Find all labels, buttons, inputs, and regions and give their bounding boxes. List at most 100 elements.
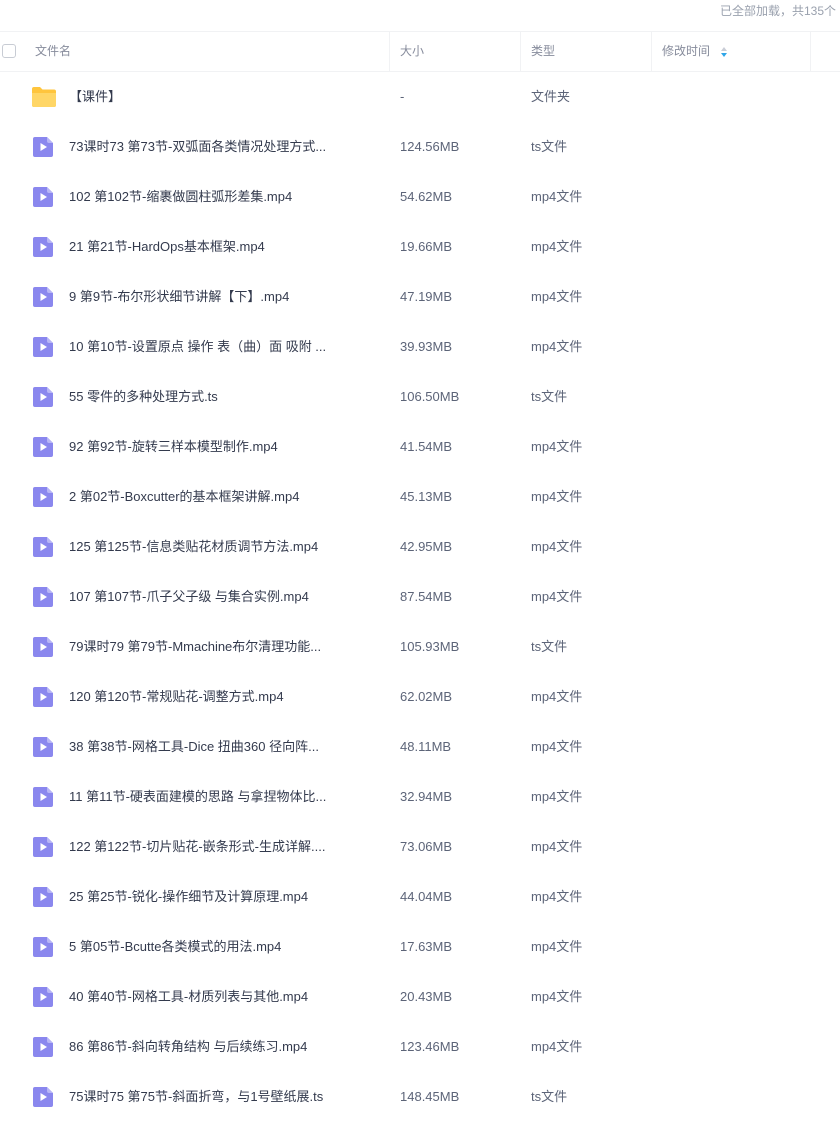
file-size: 17.63MB bbox=[400, 939, 453, 954]
file-size: 45.13MB bbox=[400, 489, 453, 504]
file-name: 40 第40节-网格工具-材质列表与其他.mp4 bbox=[69, 989, 309, 1004]
video-file-icon bbox=[33, 487, 53, 507]
file-row[interactable]: 75课时75 第75节-斜面折弯，与1号壁纸展.ts 148.45MB ts文件 bbox=[0, 1072, 840, 1122]
video-file-icon bbox=[33, 337, 53, 357]
file-size: 44.04MB bbox=[400, 889, 453, 904]
file-type: mp4文件 bbox=[531, 489, 583, 504]
file-row[interactable]: 102 第102节-缩裹做圆柱弧形差集.mp4 54.62MB mp4文件 bbox=[0, 172, 840, 222]
column-header-size[interactable]: 大小 bbox=[390, 32, 521, 71]
file-row[interactable]: 5 第05节-Bcutte各类模式的用法.mp4 17.63MB mp4文件 bbox=[0, 922, 840, 972]
load-status-text: 已全部加载，共135个 bbox=[719, 4, 836, 18]
file-row[interactable]: 92 第92节-旋转三样本模型制作.mp4 41.54MB mp4文件 bbox=[0, 422, 840, 472]
file-row[interactable]: 73课时73 第73节-双弧面各类情况处理方式... 124.56MB ts文件 bbox=[0, 122, 840, 172]
file-type: mp4文件 bbox=[531, 889, 583, 904]
folder-row[interactable]: 【课件】 - 文件夹 bbox=[0, 72, 840, 122]
file-type: mp4文件 bbox=[531, 989, 583, 1004]
file-row[interactable]: 122 第122节-切片贴花-嵌条形式-生成详解.... 73.06MB mp4文件 bbox=[0, 822, 840, 872]
file-name: 21 第21节-HardOps基本框架.mp4 bbox=[69, 239, 265, 254]
video-file-icon bbox=[33, 1087, 53, 1107]
video-file-icon bbox=[33, 587, 53, 607]
file-size: 123.46MB bbox=[400, 1039, 460, 1054]
column-header-type[interactable]: 类型 bbox=[521, 32, 652, 71]
video-file-icon bbox=[33, 737, 53, 757]
file-type: mp4文件 bbox=[531, 439, 583, 454]
file-type: ts文件 bbox=[531, 139, 568, 154]
file-name: 75课时75 第75节-斜面折弯，与1号壁纸展.ts bbox=[69, 1089, 324, 1104]
file-type: mp4文件 bbox=[531, 539, 583, 554]
column-header-type-label: 类型 bbox=[531, 44, 556, 58]
file-row[interactable]: 9 第9节-布尔形状细节讲解【下】.mp4 47.19MB mp4文件 bbox=[0, 272, 840, 322]
video-file-icon bbox=[33, 1037, 53, 1057]
column-header-name-label: 文件名 bbox=[35, 44, 72, 58]
file-row[interactable]: 107 第107节-爪子父子级 与集合实例.mp4 87.54MB mp4文件 bbox=[0, 572, 840, 622]
file-name: 25 第25节-锐化-操作细节及计算原理.mp4 bbox=[69, 889, 309, 904]
video-file-icon bbox=[33, 937, 53, 957]
file-type: mp4文件 bbox=[531, 839, 583, 854]
file-type: ts文件 bbox=[531, 639, 568, 654]
file-size: 106.50MB bbox=[400, 389, 460, 404]
column-header-modified[interactable]: 修改时间 bbox=[652, 32, 811, 71]
video-file-icon bbox=[33, 837, 53, 857]
file-type: mp4文件 bbox=[531, 939, 583, 954]
sort-arrows-icon[interactable] bbox=[720, 46, 728, 58]
file-type: mp4文件 bbox=[531, 689, 583, 704]
file-row[interactable]: 10 第10节-设置原点 操作 表（曲）面 吸附 ... 39.93MB mp4文件 bbox=[0, 322, 840, 372]
file-name: 73课时73 第73节-双弧面各类情况处理方式... bbox=[69, 139, 327, 154]
file-name: 【课件】 bbox=[69, 89, 122, 104]
file-size: 62.02MB bbox=[400, 689, 453, 704]
file-name: 55 零件的多种处理方式.ts bbox=[69, 389, 218, 404]
file-size: 54.62MB bbox=[400, 189, 453, 204]
video-file-icon bbox=[33, 187, 53, 207]
column-header-name[interactable]: 文件名 bbox=[0, 32, 390, 71]
file-type: mp4文件 bbox=[531, 1039, 583, 1054]
file-row[interactable]: 40 第40节-网格工具-材质列表与其他.mp4 20.43MB mp4文件 bbox=[0, 972, 840, 1022]
file-row[interactable]: 79课时79 第79节-Mmachine布尔清理功能... 105.93MB ts文… bbox=[0, 622, 840, 672]
file-size: 20.43MB bbox=[400, 989, 453, 1004]
video-file-icon bbox=[33, 887, 53, 907]
file-type: mp4文件 bbox=[531, 239, 583, 254]
file-size: 41.54MB bbox=[400, 439, 453, 454]
file-row[interactable]: 86 第86节-斜向转角结构 与后续练习.mp4 123.46MB mp4文件 bbox=[0, 1022, 840, 1072]
file-row[interactable]: 55 零件的多种处理方式.ts 106.50MB ts文件 bbox=[0, 372, 840, 422]
file-size: 39.93MB bbox=[400, 339, 453, 354]
file-name: 9 第9节-布尔形状细节讲解【下】.mp4 bbox=[69, 289, 290, 304]
file-row[interactable]: 120 第120节-常规贴花-调整方式.mp4 62.02MB mp4文件 bbox=[0, 672, 840, 722]
file-type: mp4文件 bbox=[531, 739, 583, 754]
file-name: 79课时79 第79节-Mmachine布尔清理功能... bbox=[69, 639, 322, 654]
file-name: 107 第107节-爪子父子级 与集合实例.mp4 bbox=[69, 589, 309, 604]
file-list-header: 文件名 大小 类型 修改时间 bbox=[0, 31, 840, 72]
file-row[interactable]: 38 第38节-网格工具-Dice 扭曲360 径向阵... 48.11MB mp4… bbox=[0, 722, 840, 772]
file-row[interactable]: 125 第125节-信息类贴花材质调节方法.mp4 42.95MB mp4文件 bbox=[0, 522, 840, 572]
file-size: 48.11MB bbox=[400, 739, 452, 754]
file-size: 19.66MB bbox=[400, 239, 453, 254]
file-row[interactable]: 11 第11节-硬表面建模的思路 与拿捏物体比... 32.94MB mp4文件 bbox=[0, 772, 840, 822]
file-name: 120 第120节-常规贴花-调整方式.mp4 bbox=[69, 689, 284, 704]
file-name: 92 第92节-旋转三样本模型制作.mp4 bbox=[69, 439, 278, 454]
video-file-icon bbox=[33, 987, 53, 1007]
video-file-icon bbox=[33, 137, 53, 157]
file-type: ts文件 bbox=[531, 389, 568, 404]
file-type: mp4文件 bbox=[531, 189, 583, 204]
file-size: - bbox=[400, 89, 405, 104]
video-file-icon bbox=[33, 537, 53, 557]
file-type: mp4文件 bbox=[531, 589, 583, 604]
file-size: 105.93MB bbox=[400, 639, 460, 654]
file-size: 124.56MB bbox=[400, 139, 460, 154]
file-name: 125 第125节-信息类贴花材质调节方法.mp4 bbox=[69, 539, 319, 554]
folder-icon bbox=[32, 87, 56, 107]
file-type: mp4文件 bbox=[531, 339, 583, 354]
file-type: mp4文件 bbox=[531, 289, 583, 304]
file-row[interactable]: 2 第02节-Boxcutter的基本框架讲解.mp4 45.13MB mp4文件 bbox=[0, 472, 840, 522]
file-size: 47.19MB bbox=[400, 289, 453, 304]
file-type: mp4文件 bbox=[531, 789, 583, 804]
file-name: 102 第102节-缩裹做圆柱弧形差集.mp4 bbox=[69, 189, 293, 204]
file-name: 38 第38节-网格工具-Dice 扭曲360 径向阵... bbox=[69, 739, 319, 754]
video-file-icon bbox=[33, 237, 53, 257]
file-row[interactable]: 21 第21节-HardOps基本框架.mp4 19.66MB mp4文件 bbox=[0, 222, 840, 272]
file-row[interactable]: 25 第25节-锐化-操作细节及计算原理.mp4 44.04MB mp4文件 bbox=[0, 872, 840, 922]
file-size: 87.54MB bbox=[400, 589, 453, 604]
file-name: 11 第11节-硬表面建模的思路 与拿捏物体比... bbox=[69, 789, 327, 804]
column-header-size-label: 大小 bbox=[400, 44, 425, 58]
video-file-icon bbox=[33, 387, 53, 407]
file-type: ts文件 bbox=[531, 1089, 568, 1104]
